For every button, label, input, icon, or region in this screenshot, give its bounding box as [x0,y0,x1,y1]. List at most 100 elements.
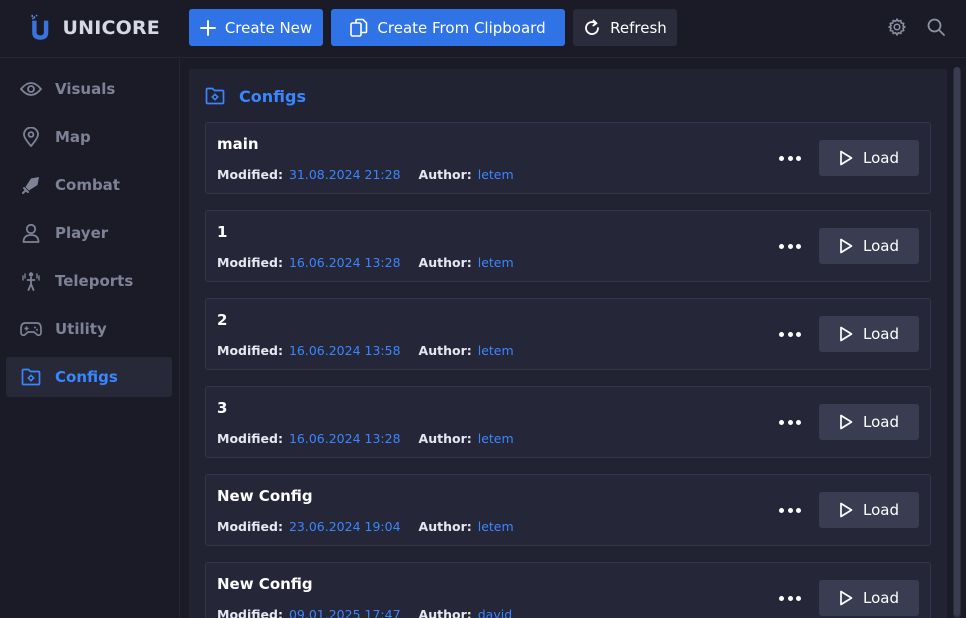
create-from-clipboard-button[interactable]: Create From Clipboard [331,9,565,46]
modified-label: Modified: [217,167,283,182]
refresh-icon [585,19,600,35]
plus-icon [199,19,216,36]
sidebar-item-label: Visuals [55,80,116,98]
author-value[interactable]: letem [478,519,514,534]
eye-icon [20,78,42,100]
load-label: Load [863,325,899,343]
app-logo[interactable]: UNICORE [30,10,160,46]
more-options-icon[interactable] [779,327,801,341]
settings-gear-icon[interactable] [887,17,907,37]
top-bar: UNICORE Create New Create From Clipboard… [0,0,966,58]
load-label: Load [863,501,899,519]
author-value[interactable]: letem [478,431,514,446]
modified-value: 09.01.2025 17:47 [288,607,401,618]
main-scrollbar[interactable] [953,67,961,618]
author-value[interactable]: letem [478,167,514,182]
author-label: Author: [418,255,472,270]
modified-label: Modified: [217,431,283,446]
load-button[interactable]: Load [819,580,919,616]
config-meta: Modified: 23.06.2024 19:04 Author: letem [217,519,514,534]
sidebar-item-label: Combat [55,176,120,194]
load-button[interactable]: Load [819,228,919,264]
author-value[interactable]: david [478,607,512,618]
create-new-button[interactable]: Create New [189,9,323,46]
author-label: Author: [418,519,472,534]
config-meta: Modified: 31.08.2024 21:28 Author: letem [217,167,514,182]
load-button[interactable]: Load [819,316,919,352]
config-card: New Config Modified: 09.01.2025 17:47 Au… [205,562,931,618]
teleport-icon [20,270,42,292]
create-from-clipboard-label: Create From Clipboard [377,18,546,37]
modified-value: 31.08.2024 21:28 [288,167,401,182]
clipboard-copy-icon [350,18,368,37]
sidebar-item-teleports[interactable]: Teleports [6,261,172,301]
gamepad-icon [20,318,42,340]
folder-gear-icon [20,366,42,388]
config-name: 2 [217,311,228,329]
more-options-icon[interactable] [779,591,801,605]
sidebar-item-map[interactable]: Map [6,117,172,157]
map-pin-icon [20,126,42,148]
configs-panel: Configs main Modified: 31.08.2024 21:28 … [189,69,947,618]
sidebar-item-label: Teleports [55,272,134,290]
sidebar-item-player[interactable]: Player [6,213,172,253]
play-icon [840,238,853,254]
config-name: main [217,135,259,153]
sidebar-item-label: Utility [55,320,107,338]
modified-value: 16.06.2024 13:28 [288,255,401,270]
section-title: Configs [239,86,306,106]
more-options-icon[interactable] [779,503,801,517]
section-header: Configs [205,85,306,107]
modified-label: Modified: [217,343,283,358]
sidebar-item-configs[interactable]: Configs [6,357,172,397]
load-button[interactable]: Load [819,404,919,440]
sidebar-item-combat[interactable]: Combat [6,165,172,205]
app-window: UNICORE Create New Create From Clipboard… [0,0,966,618]
author-label: Author: [418,343,472,358]
refresh-button[interactable]: Refresh [573,9,677,46]
more-options-icon[interactable] [779,415,801,429]
sword-icon [20,174,42,196]
config-meta: Modified: 16.06.2024 13:28 Author: letem [217,431,514,446]
modified-label: Modified: [217,519,283,534]
config-card: 2 Modified: 16.06.2024 13:58 Author: let… [205,298,931,370]
play-icon [840,502,853,518]
load-label: Load [863,237,899,255]
modified-label: Modified: [217,255,283,270]
modified-label: Modified: [217,607,283,618]
play-icon [840,326,853,342]
more-options-icon[interactable] [779,239,801,253]
scrollbar-thumb[interactable] [954,67,960,616]
folder-gear-icon [205,87,225,105]
author-value[interactable]: letem [478,343,514,358]
config-name: New Config [217,487,313,505]
load-button[interactable]: Load [819,492,919,528]
author-label: Author: [418,607,472,618]
config-meta: Modified: 16.06.2024 13:28 Author: letem [217,255,514,270]
config-card: main Modified: 31.08.2024 21:28 Author: … [205,122,931,194]
play-icon [840,414,853,430]
config-name: New Config [217,575,313,593]
config-name: 3 [217,399,228,417]
modified-value: 23.06.2024 19:04 [288,519,401,534]
config-card: 1 Modified: 16.06.2024 13:28 Author: let… [205,210,931,282]
config-meta: Modified: 09.01.2025 17:47 Author: david [217,607,512,618]
more-options-icon[interactable] [779,151,801,165]
author-value[interactable]: letem [478,255,514,270]
load-label: Load [863,413,899,431]
load-label: Load [863,589,899,607]
sidebar-item-label: Map [55,128,91,146]
sidebar-item-visuals[interactable]: Visuals [6,69,172,109]
config-meta: Modified: 16.06.2024 13:58 Author: letem [217,343,514,358]
config-name: 1 [217,223,228,241]
user-icon [20,222,42,244]
search-icon[interactable] [926,17,946,37]
unicore-logo-icon [31,14,49,40]
author-label: Author: [418,167,472,182]
sidebar-item-label: Configs [55,368,118,386]
modified-value: 16.06.2024 13:28 [288,431,401,446]
sidebar-item-label: Player [55,224,109,242]
sidebar-item-utility[interactable]: Utility [6,309,172,349]
modified-value: 16.06.2024 13:58 [288,343,401,358]
load-button[interactable]: Load [819,140,919,176]
